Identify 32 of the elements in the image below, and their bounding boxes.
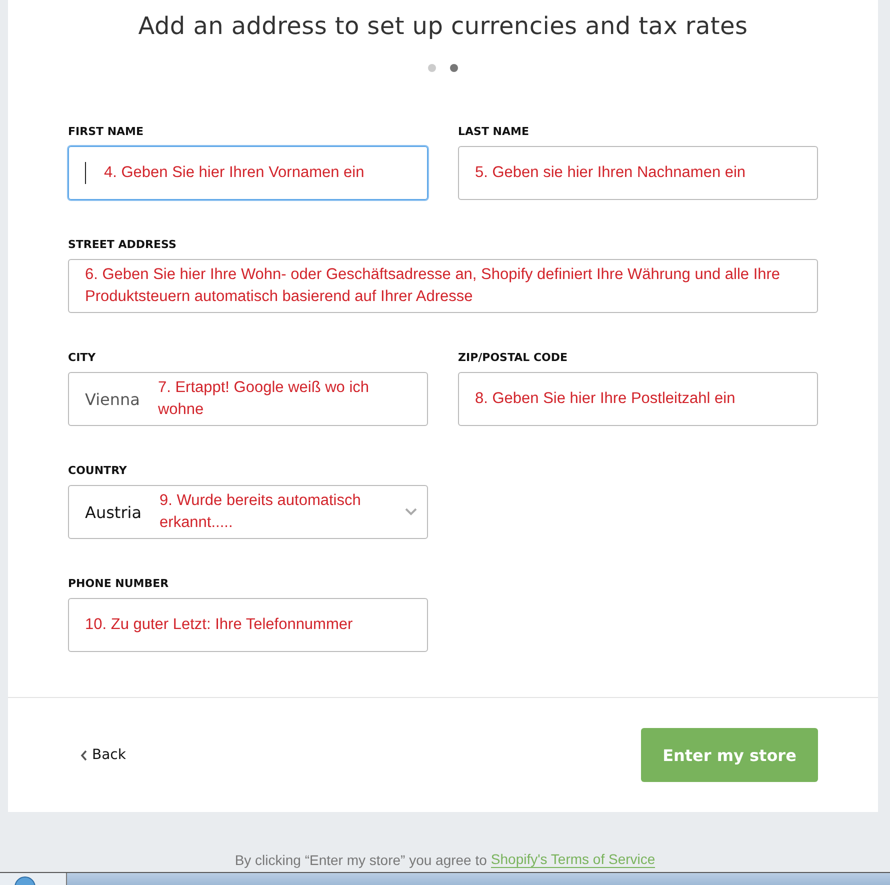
field-value: Austria xyxy=(85,502,142,522)
annotation-text: 5. Geben sie hier Ihren Nachnamen ein xyxy=(475,163,747,183)
start-orb-icon[interactable] xyxy=(14,876,36,885)
field-label: LAST NAME xyxy=(458,125,530,138)
annotation-text: 7. Ertappt! Google weiß wo ich wohne xyxy=(158,378,370,420)
field-label: COUNTRY xyxy=(68,464,128,477)
step-dot[interactable] xyxy=(428,64,436,72)
input-field[interactable]: 5. Geben sie hier Ihren Nachnamen ein xyxy=(458,146,818,200)
back-link[interactable]: Back xyxy=(80,747,126,763)
chevron-left-icon xyxy=(80,750,87,760)
field-label: CITY xyxy=(68,351,97,364)
field-label: STREET ADDRESS xyxy=(68,238,178,251)
step-dot[interactable] xyxy=(450,64,458,72)
annotation-text: 4. Geben Sie hier Ihren Vornamen ein xyxy=(104,163,366,183)
input-field[interactable]: 4. Geben Sie hier Ihren Vornamen ein xyxy=(68,146,428,200)
country-select[interactable]: Austria 9. Wurde bereits automatisch erkannt..... xyxy=(68,485,428,539)
annotation-text: 9. Wurde bereits automatisch erkannt..... xyxy=(160,491,362,533)
field-value: Vienna xyxy=(85,390,140,408)
input-field[interactable]: 8. Geben Sie hier Ihre Postleitzahl ein xyxy=(458,372,818,426)
annotation-text: 10. Zu guter Letzt: Ihre Telefonnummer xyxy=(85,615,354,635)
input-field[interactable]: 10. Zu guter Letzt: Ihre Telefonnummer xyxy=(68,598,428,652)
field-label: ZIP/POSTAL CODE xyxy=(458,351,569,364)
field-label: FIRST NAME xyxy=(68,125,145,138)
page-title: Add an address to set up currencies and tax rates xyxy=(137,12,749,40)
terms-text: By clicking “Enter my store” you agree to xyxy=(234,852,487,868)
chevron-down-icon xyxy=(405,508,417,516)
annotation-text: 6. Geben Sie hier Ihre Wohn- oder Geschäftsadresse an, Shopify definiert Ihre Währung und alle Ihre Produktsteuern automatisch basierend auf Ihrer Adresse xyxy=(85,265,782,307)
text-cursor xyxy=(85,162,86,184)
field-label: PHONE NUMBER xyxy=(68,577,170,590)
input-field[interactable]: Vienna 7. Ertappt! Google weiß wo ich wohne xyxy=(68,372,428,426)
input-field[interactable]: 6. Geben Sie hier Ihre Wohn- oder Geschäftsadresse an, Shopify definiert Ihre Währung und alle Ihre Produktsteuern automatisch basierend auf Ihrer Adresse xyxy=(68,259,818,313)
annotation-text: 8. Geben Sie hier Ihre Postleitzahl ein xyxy=(475,389,736,409)
